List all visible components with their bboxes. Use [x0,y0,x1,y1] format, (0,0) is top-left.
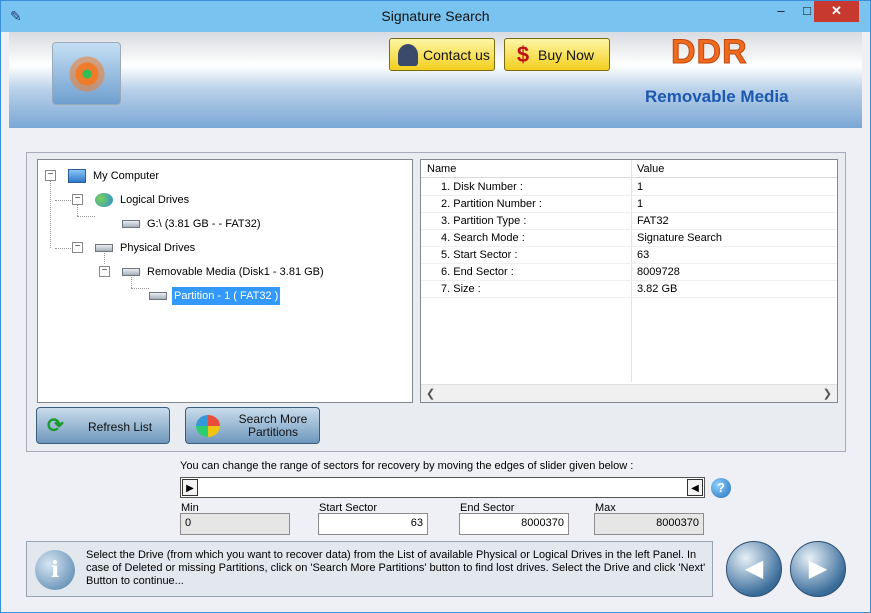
tree-node-physical-drives[interactable]: − Physical Drives [38,239,238,257]
tree-node-logical-drives[interactable]: − Logical Drives [38,191,238,209]
property-value: 3.82 GB [637,283,678,295]
property-value: 63 [637,249,650,261]
property-name: 3. Partition Type : [441,215,527,227]
column-header-name[interactable]: Name [427,163,456,175]
properties-header: Name Value [421,160,837,178]
info-panel: i Select the Drive (from which you want … [26,541,713,597]
property-row: 1. Disk Number : 1 [421,179,837,196]
property-value: 1 [637,181,644,193]
header-banner: Contact us $ Buy Now DDR Removable Media [9,32,862,128]
min-field: 0 [180,513,290,535]
back-arrow-icon: ◀ [744,555,764,582]
end-sector-input[interactable]: 8000370 [459,513,569,535]
max-field: 8000370 [594,513,704,535]
property-row: 4. Search Mode : Signature Search [421,230,837,247]
slider-end-handle[interactable]: ◀ [687,479,703,496]
next-arrow-icon: ▶ [808,555,828,582]
refresh-icon: ⟳ [47,415,64,437]
minimize-button[interactable]: ‒ [768,1,794,22]
drive-tree[interactable]: − My Computer − Logical Drives G:\ (3.81… [37,159,413,403]
buy-now-label: Buy Now [538,47,595,63]
dollar-icon: $ [516,42,530,67]
property-row: 6. End Sector : 8009728 [421,264,837,281]
person-icon [398,44,418,66]
horizontal-scrollbar[interactable]: ❮ ❯ [421,384,837,402]
contact-us-label: Contact us [423,47,490,63]
property-value: 1 [637,198,644,210]
slider-start-handle[interactable]: ▶ [182,479,198,496]
column-header-value[interactable]: Value [637,163,664,175]
property-name: 2. Partition Number : [441,198,542,210]
help-icon[interactable]: ? [711,478,731,498]
drive-selection-panel: − My Computer − Logical Drives G:\ (3.81… [26,152,846,452]
drive-icon [122,220,140,228]
globe-icon [95,193,113,207]
collapse-toggle[interactable]: − [72,242,83,253]
property-name: 6. End Sector : [441,266,514,278]
tree-node-partition-1[interactable]: Partition - 1 ( FAT32 ) [38,287,298,305]
tree-label-logical-drives: Logical Drives [120,194,190,206]
product-subtitle: Removable Media [645,87,789,106]
tree-label-removable-media: Removable Media (Disk1 - 3.81 GB) [147,266,324,278]
property-row: 7. Size : 3.82 GB [421,281,837,298]
drive-icon [122,268,140,276]
tree-label-drive-g: G:\ (3.81 GB - - FAT32) [147,218,261,230]
tree-label-partition-1: Partition - 1 ( FAT32 ) [172,287,281,305]
tree-node-removable-media[interactable]: − Removable Media (Disk1 - 3.81 GB) [38,263,338,281]
range-instruction: You can change the range of sectors for … [180,460,634,472]
app-logo [52,42,121,105]
info-text: Select the Drive (from which you want to… [86,549,706,587]
contact-us-button[interactable]: Contact us [389,38,495,71]
next-button[interactable]: ▶ [790,541,846,597]
drive-icon [149,292,167,300]
property-row: 3. Partition Type : FAT32 [421,213,837,230]
refresh-list-button[interactable]: ⟳ Refresh List [36,407,170,444]
start-sector-input[interactable]: 63 [318,513,428,535]
property-row: 2. Partition Number : 1 [421,196,837,213]
computer-icon [68,169,86,183]
property-name: 4. Search Mode : [441,232,525,244]
search-more-partitions-button[interactable]: Search More Partitions [185,407,320,444]
tree-node-my-computer[interactable]: − My Computer [38,167,238,185]
scroll-left-icon[interactable]: ❮ [426,387,435,400]
scroll-right-icon[interactable]: ❯ [823,387,832,400]
properties-list: Name Value 1. Disk Number : 1 2. Partiti… [420,159,838,403]
property-name: 7. Size : [441,283,481,295]
brand-logo: DDR [671,33,748,72]
collapse-toggle[interactable]: − [72,194,83,205]
tree-label-my-computer: My Computer [93,170,160,182]
property-value: 8009728 [637,266,680,278]
window-title: Signature Search [381,8,490,24]
logo-dots-icon [67,54,107,94]
partitions-pie-icon [196,415,220,437]
back-button[interactable]: ◀ [726,541,782,597]
tree-label-physical-drives: Physical Drives [120,242,196,254]
tree-node-logical-drive-g[interactable]: G:\ (3.81 GB - - FAT32) [38,215,298,233]
title-bar: ✎ Signature Search ‒ □ ✕ [1,1,870,32]
close-button[interactable]: ✕ [814,1,859,22]
collapse-toggle[interactable]: − [99,266,110,277]
search-more-partitions-label: Search More Partitions [238,412,308,439]
info-icon: i [35,550,75,590]
property-value: Signature Search [637,232,722,244]
main-window: ✎ Signature Search ‒ □ ✕ Contact us $ Bu… [0,0,871,613]
property-value: FAT32 [637,215,669,227]
collapse-toggle[interactable]: − [45,170,56,181]
buy-now-button[interactable]: $ Buy Now [504,38,610,71]
refresh-list-label: Refresh List [88,420,153,434]
property-name: 1. Disk Number : [441,181,523,193]
property-name: 5. Start Sector : [441,249,518,261]
property-row: 5. Start Sector : 63 [421,247,837,264]
drive-icon [95,244,113,252]
sector-range-slider[interactable]: ▶ ◀ [180,477,705,498]
